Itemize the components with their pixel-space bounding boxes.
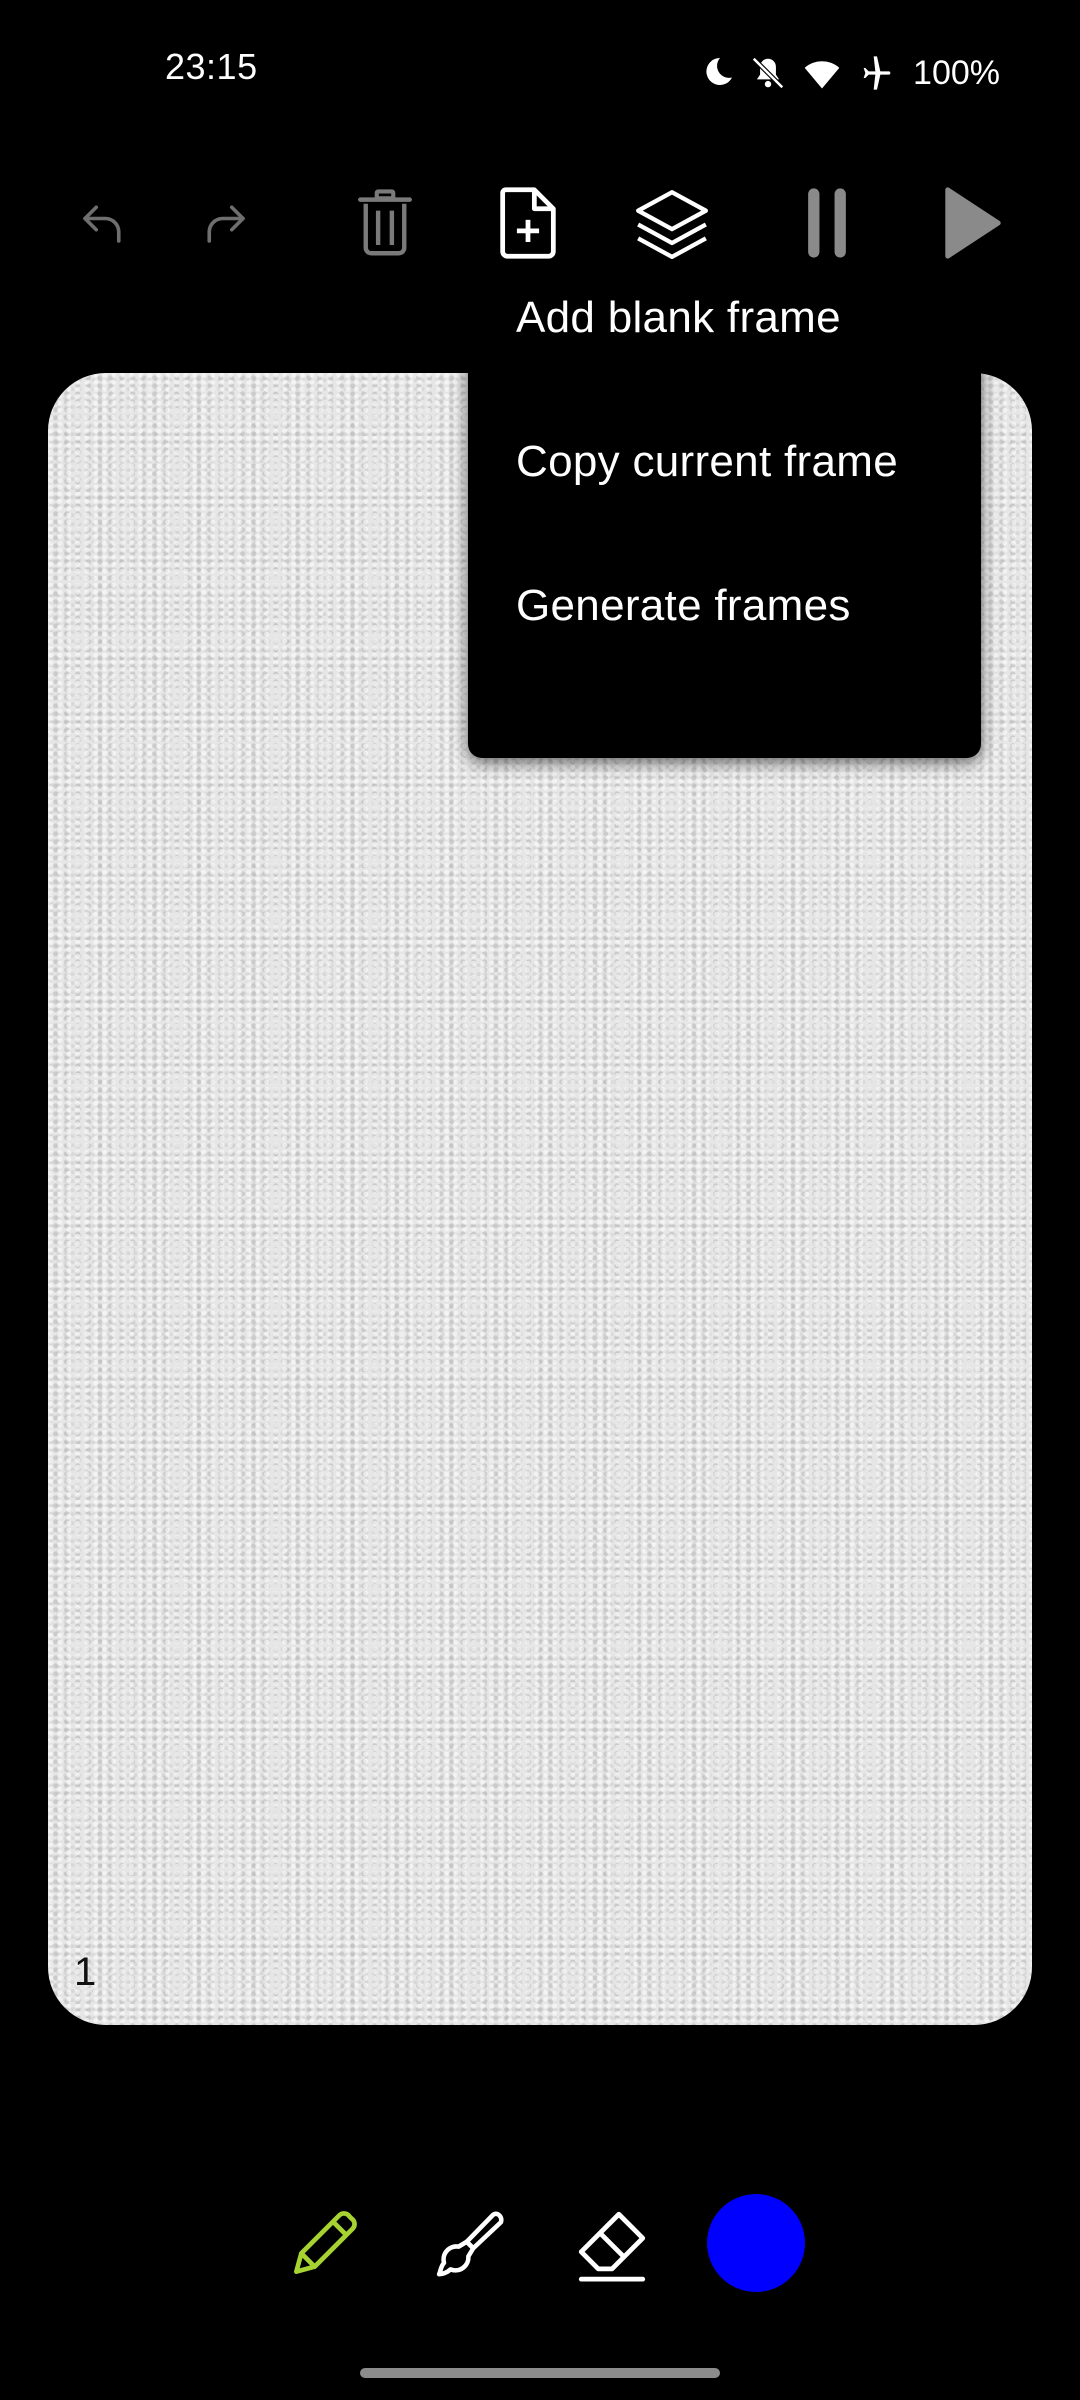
play-icon (945, 187, 1001, 259)
brush-tool-button[interactable] (415, 2190, 525, 2300)
layers-icon (636, 190, 708, 259)
wifi-icon (801, 54, 843, 92)
redo-icon (207, 205, 245, 243)
menu-item-add-blank-frame[interactable]: Add blank frame (516, 263, 961, 373)
status-icons: 100% (699, 48, 1000, 98)
menu-item-copy-current-frame[interactable]: Copy current frame (516, 407, 961, 517)
delete-icon (358, 189, 412, 256)
gesture-nav-handle (360, 2368, 720, 2378)
delete-frame-button[interactable] (330, 168, 440, 278)
eraser-tool-button[interactable] (557, 2190, 667, 2300)
pause-icon (808, 188, 846, 258)
pencil-tool-button[interactable] (268, 2190, 378, 2300)
undo-icon (83, 205, 121, 243)
undo-button[interactable] (48, 168, 158, 278)
redo-button[interactable] (170, 168, 280, 278)
play-button[interactable] (918, 168, 1028, 278)
add-frame-button[interactable] (473, 168, 583, 278)
menu-item-generate-frames[interactable]: Generate frames (516, 551, 961, 661)
frame-number: 1 (74, 1950, 97, 1994)
airplane-icon (857, 53, 897, 93)
layers-button[interactable] (617, 168, 727, 278)
status-time: 23:15 (165, 46, 258, 87)
bell-off-icon (749, 54, 787, 92)
brush-icon (436, 2211, 504, 2277)
color-picker-button[interactable] (707, 2194, 805, 2292)
add-frame-menu: Add blank frame Copy current frame Gener… (468, 276, 981, 758)
pencil-icon (294, 2211, 357, 2274)
pause-button[interactable] (772, 168, 882, 278)
battery-level: 100% (913, 53, 1000, 92)
moon-icon (699, 55, 735, 91)
add-frame-icon (500, 187, 556, 259)
eraser-icon (578, 2211, 646, 2282)
